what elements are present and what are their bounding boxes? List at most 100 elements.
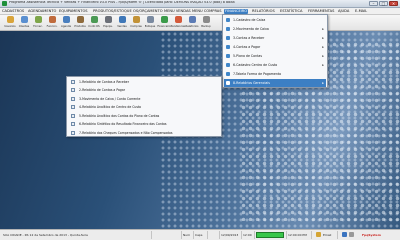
financeiro-item-contas-pagar[interactable]: 4-Contas a Pagar ▸ <box>224 43 326 51</box>
status-time: 12:00 <box>242 231 255 239</box>
toolbar-button-financeiro[interactable]: Financeiro <box>157 16 171 30</box>
printer-icon <box>349 232 354 237</box>
menu-item-label: 8-Relatórios Gerenciais <box>233 81 270 85</box>
submenu-item-label: 2-Relatório de Contas a Pagar <box>79 88 126 92</box>
toolbar-button-contr-os[interactable]: Contr.OS <box>88 16 100 30</box>
report-icon <box>226 81 230 85</box>
submenu-arrow-icon: ▸ <box>322 54 324 58</box>
suppliers-icon <box>35 16 42 23</box>
menu-vendas[interactable]: MENU VENDAS <box>164 9 191 14</box>
menu-item-label: 3-Contas a Receber <box>233 36 265 40</box>
document-icon <box>71 79 75 84</box>
document-icon <box>71 105 75 109</box>
employees-icon <box>49 16 56 23</box>
menu-item-label: 4-Contas a Pagar <box>233 45 261 49</box>
menu-item-label: 6-Cadastro Centro de Custo <box>233 63 278 67</box>
maximize-button[interactable]: □ <box>379 1 388 6</box>
submenu-item-plano-contas[interactable]: 5-Relatório Analítico das Contas do Plan… <box>68 112 220 119</box>
toolbar-button-funcionarios[interactable]: Funcion. <box>46 16 58 30</box>
status-location-date: SUA CIDADE - RS 12 de Setembro de 2013 -… <box>2 231 152 239</box>
submenu-item-label: 7-Relatório dos Cheques Compensados e Nã… <box>79 130 173 135</box>
toolbar-button-equips[interactable]: Equips. <box>102 16 114 30</box>
bag-icon <box>133 16 140 23</box>
toolbar-button-produtos[interactable]: Produtos <box>74 16 86 30</box>
cash-movement-icon <box>226 27 230 31</box>
menu-item-label: 7-Tabela Forma de Pagamento <box>233 72 282 76</box>
submenu-item-cheques[interactable]: 7-Relatório dos Cheques Compensados e Nã… <box>68 129 220 136</box>
cash-register-icon <box>226 18 230 22</box>
toolbar-button-backup[interactable]: Backup <box>200 16 212 30</box>
menu-produtos-estoque[interactable]: PRODUTOS/ESTOQUE <box>93 9 132 14</box>
toolbar-button-vendas[interactable]: Vendas <box>116 16 128 30</box>
submenu-arrow-icon: ▸ <box>322 63 324 67</box>
menu-item-label: 2-Movimento de Caixa <box>233 27 269 31</box>
status-time-full: 12:00:00 PM <box>286 231 312 239</box>
toolbar: Usuários Clientes Fornec. Funcion. Agend… <box>0 15 400 31</box>
submenu-item-contas-pagar[interactable]: 2-Relatório de Contas a Pagar <box>68 87 220 94</box>
mail-icon[interactable] <box>316 232 321 237</box>
submenu-item-resultado-financeiro[interactable]: 6-Relatório Sintético do Resultado Finan… <box>68 121 220 128</box>
payable-icon <box>226 45 230 49</box>
financeiro-item-plano-contas[interactable]: 5-Plano de Contas ▸ <box>224 52 326 60</box>
receivable-icon <box>226 36 230 40</box>
window-title: Programa Assistência Técnica + Vendas + … <box>9 1 235 4</box>
status-warning: FpqSystem <box>362 233 381 237</box>
status-blank-2 <box>208 231 220 239</box>
status-blank-1 <box>152 231 182 239</box>
toolbar-button-fornecedores[interactable]: Fornec. <box>32 16 44 30</box>
status-email[interactable]: Email <box>322 231 338 239</box>
toolbar-button-usuarios[interactable]: Usuários <box>4 16 16 30</box>
submenu-arrow-icon: ▸ <box>322 45 324 49</box>
menu-os-orcamento[interactable]: OS/ORÇAMENTO <box>133 9 163 14</box>
document-icon <box>71 96 75 101</box>
payment-method-icon <box>226 72 230 76</box>
status-caps: Caps <box>194 231 208 239</box>
toolbar-button-clientes[interactable]: Clientes <box>18 16 30 30</box>
status-indicator <box>256 232 284 238</box>
document-icon <box>71 113 75 118</box>
submenu-item-label: 1-Relatório de Contas a Receber <box>79 79 129 84</box>
submenu-arrow-icon: ▸ <box>322 27 324 31</box>
document-icon <box>71 88 75 92</box>
backup-icon <box>203 16 210 23</box>
status-num: Num <box>182 231 194 239</box>
cart-icon <box>119 16 126 23</box>
network-icon <box>342 232 347 237</box>
report-icon <box>189 16 196 23</box>
submenu-item-contas-receber[interactable]: 1-Relatório de Contas a Receber <box>68 78 220 85</box>
stock-icon <box>147 16 154 23</box>
status-bar: SUA CIDADE - RS 12 de Setembro de 2013 -… <box>0 229 400 240</box>
menu-item-label: 5-Plano de Contas <box>233 54 262 58</box>
minimize-button[interactable]: – <box>369 1 378 6</box>
status-date: 12/09/2013 <box>220 231 242 239</box>
submenu-item-centro-custo[interactable]: 4-Relatório Analítico de Centro de Custo <box>68 104 220 111</box>
financeiro-item-cadastro-caixa[interactable]: 1-Cadastro de Caixa <box>224 16 326 24</box>
menu-ajuda[interactable]: AJUDA <box>338 9 349 14</box>
toolbar-button-estoque[interactable]: Estoque <box>144 16 156 30</box>
title-bar: Programa Assistência Técnica + Vendas + … <box>0 0 400 8</box>
menu-compras[interactable]: MENU COMPRAS <box>192 9 222 14</box>
toolbar-button-agenda[interactable]: Agenda <box>60 16 72 30</box>
cost-center-icon <box>226 63 230 67</box>
menu-cadastros[interactable]: CADASTROS <box>2 9 24 14</box>
relatorios-gerenciais-submenu: 1-Relatório de Contas a Receber 2-Relató… <box>66 76 222 137</box>
financeiro-item-relatorios-gerenciais[interactable]: 8-Relatórios Gerenciais ▸ <box>224 79 326 87</box>
close-button[interactable]: × <box>389 1 398 6</box>
menu-agendamento[interactable]: AGENDAMENTO <box>28 9 56 14</box>
financeiro-item-centro-custo[interactable]: 6-Cadastro Centro de Custo ▸ <box>224 61 326 69</box>
toolbar-button-relatorios[interactable]: Relatórios <box>186 16 198 30</box>
toolbar-button-pendencias[interactable]: Pendências <box>171 16 185 30</box>
chart-of-accounts-icon <box>226 54 230 58</box>
submenu-arrow-icon: ▸ <box>322 81 324 85</box>
menu-equipamentos[interactable]: EQUIPAMENTOS <box>59 9 88 14</box>
toolbar-label: Backup <box>201 25 211 28</box>
submenu-arrow-icon: ▸ <box>322 36 324 40</box>
submenu-item-movimento-caixa[interactable]: 3-Movimento de Caixa / Conta Corrente <box>68 95 220 102</box>
toolbar-button-compras[interactable]: Compras <box>130 16 142 30</box>
financeiro-item-contas-receber[interactable]: 3-Contas a Receber ▸ <box>224 34 326 42</box>
menu-email[interactable]: E-MAIL <box>355 9 367 14</box>
submenu-item-label: 3-Movimento de Caixa / Conta Corrente <box>79 96 141 101</box>
financeiro-item-forma-pagamento[interactable]: 7-Tabela Forma de Pagamento <box>224 70 326 78</box>
app-icon <box>2 1 7 6</box>
financeiro-item-movimento-caixa[interactable]: 2-Movimento de Caixa ▸ <box>224 25 326 33</box>
